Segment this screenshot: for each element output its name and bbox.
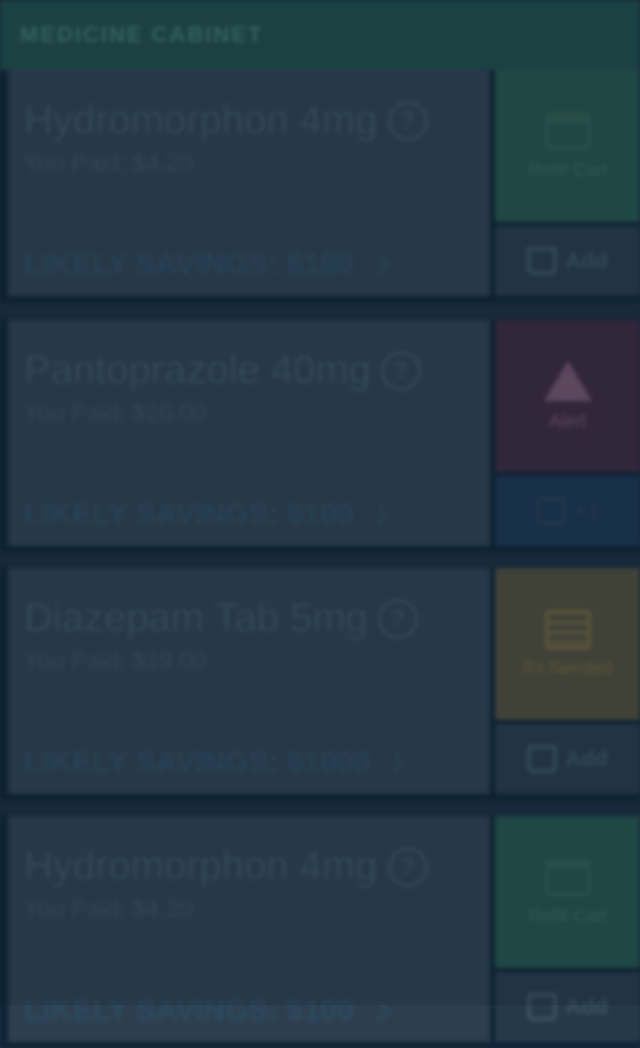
price-paid: You Paid: $19.00 <box>24 648 206 675</box>
price-paid: You Paid: $4.20 <box>24 896 193 923</box>
medication-card[interactable]: Pantoprazole 40mg ? You Paid: $26.00 LIK… <box>0 320 640 552</box>
rx-needed-status-button[interactable]: Rx Needed <box>495 568 640 720</box>
cart-count: Add <box>565 248 608 273</box>
page-title: MEDICINE CABINET <box>20 22 264 47</box>
savings-label: LIKELY SAVINGS: $100 <box>24 994 354 1027</box>
cart-icon <box>527 993 558 1021</box>
chevron-right-icon <box>368 254 390 276</box>
medication-card-main[interactable]: Diazepam Tab 5mg ? You Paid: $19.00 LIKE… <box>8 568 490 794</box>
savings-link[interactable]: LIKELY SAVINGS: $1000 <box>24 746 407 780</box>
medication-name: Pantoprazole 40mg <box>24 348 371 392</box>
add-to-cart-button[interactable]: Add <box>495 724 640 794</box>
cart-icon <box>535 497 566 525</box>
add-to-cart-button[interactable]: Add <box>495 226 640 296</box>
cart-count: Add <box>565 994 608 1019</box>
price-paid: You Paid: $4.20 <box>24 150 193 177</box>
refill-status-button[interactable]: Refill Cart <box>495 70 640 222</box>
chevron-right-icon <box>368 1000 390 1022</box>
medication-card-main[interactable]: Hydromorphon 4mg ? You Paid: $4.20 LIKEL… <box>8 70 490 296</box>
calendar-icon <box>544 857 591 896</box>
add-to-cart-button[interactable]: Add <box>495 972 640 1042</box>
add-to-cart-button[interactable]: +1 <box>495 476 640 546</box>
status-label: Refill Cart <box>527 905 607 926</box>
savings-link[interactable]: LIKELY SAVINGS: $100 <box>24 498 390 532</box>
document-icon <box>544 609 591 650</box>
medication-name: Hydromorphon 4mg <box>24 98 378 142</box>
cart-count: Add <box>565 746 608 771</box>
savings-label: LIKELY SAVINGS: $1000 <box>24 746 371 779</box>
price-paid: You Paid: $26.00 <box>24 400 206 427</box>
medication-name: Diazepam Tab 5mg <box>24 596 368 640</box>
savings-label: LIKELY SAVINGS: $100 <box>24 248 354 281</box>
medication-card-main[interactable]: Pantoprazole 40mg ? You Paid: $26.00 LIK… <box>8 320 490 546</box>
calendar-icon <box>544 111 591 150</box>
medication-card-main[interactable]: Hydromorphon 4mg ? You Paid: $4.20 LIKEL… <box>8 816 490 1042</box>
medication-card[interactable]: Diazepam Tab 5mg ? You Paid: $19.00 LIKE… <box>0 568 640 800</box>
refill-status-button[interactable]: Refill Cart <box>495 816 640 968</box>
cart-count: +1 <box>573 498 600 523</box>
medication-name: Hydromorphon 4mg <box>24 844 378 888</box>
savings-label: LIKELY SAVINGS: $100 <box>24 498 354 531</box>
alert-status-button[interactable]: Alert <box>495 320 640 472</box>
cart-icon <box>527 247 558 275</box>
page-header: MEDICINE CABINET <box>0 0 640 70</box>
medication-card[interactable]: Hydromorphon 4mg ? You Paid: $4.20 LIKEL… <box>0 70 640 302</box>
status-label: Rx Needed <box>522 657 613 678</box>
medicine-cabinet-page: MEDICINE CABINET Hydromorphon 4mg ? You … <box>0 0 640 1048</box>
info-icon[interactable]: ? <box>387 846 428 887</box>
savings-link[interactable]: LIKELY SAVINGS: $100 <box>24 994 390 1028</box>
info-icon[interactable]: ? <box>387 100 428 141</box>
info-icon[interactable]: ? <box>380 350 421 391</box>
chevron-right-icon <box>368 504 390 526</box>
chevron-right-icon <box>385 752 407 774</box>
savings-link[interactable]: LIKELY SAVINGS: $100 <box>24 248 390 282</box>
info-icon[interactable]: ? <box>377 598 418 639</box>
warning-icon <box>543 360 592 401</box>
cart-icon <box>527 745 558 773</box>
status-label: Alert <box>548 410 586 431</box>
status-label: Refill Cart <box>527 159 607 180</box>
medication-card[interactable]: Hydromorphon 4mg ? You Paid: $4.20 LIKEL… <box>0 816 640 1048</box>
